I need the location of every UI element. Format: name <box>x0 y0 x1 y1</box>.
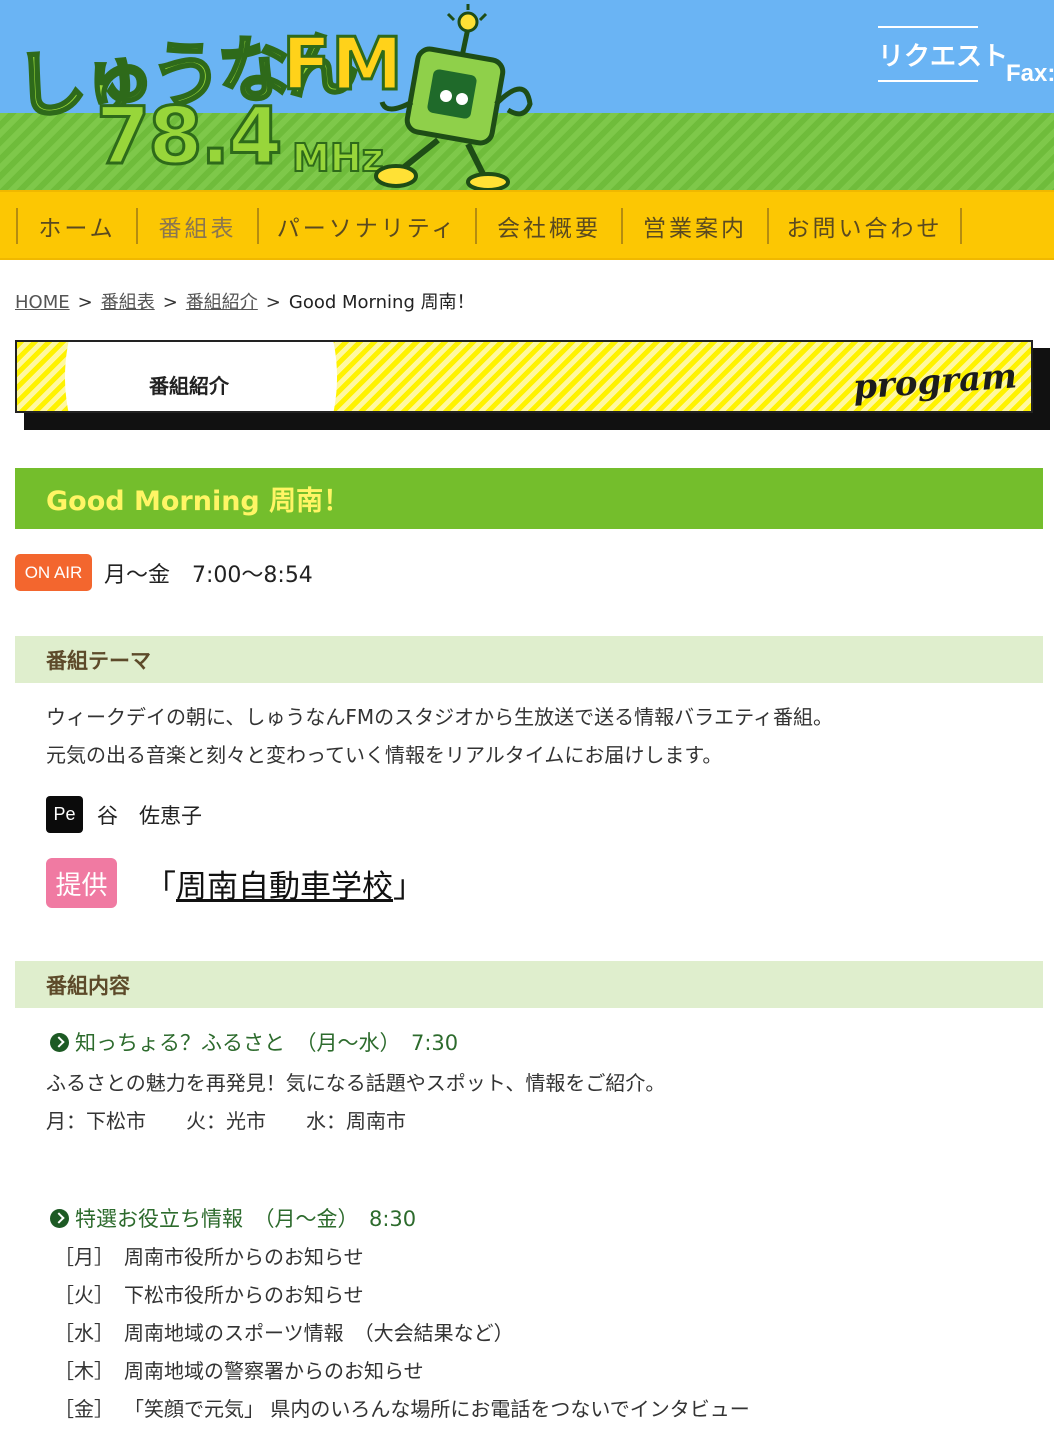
sponsor-close-bracket: 」 <box>393 868 424 905</box>
nav-item-personality[interactable]: パーソナリティ <box>257 208 475 244</box>
schedule-text: 下松市役所からのお知らせ <box>124 1283 364 1307</box>
radio-mascot-icon <box>374 4 533 190</box>
nav-item-program-table[interactable]: 番組表 <box>136 208 257 244</box>
nav-item-home[interactable]: ホーム <box>16 208 136 244</box>
breadcrumb-separator: > <box>77 292 93 313</box>
schedule-text: 「笑顔で元気」 県内のいろんな場所にお電話をつないでインタビュー <box>124 1397 750 1421</box>
program-title: Good Morning 周南！ <box>15 468 1043 529</box>
sponsor-row: 提供 「周南自動車学校」 <box>46 858 424 908</box>
content-heading: 番組内容 <box>15 961 1043 1008</box>
corner-cities: 月：下松市 火：光市 水：周南市 <box>46 1109 406 1133</box>
request-label: リクエスト <box>878 41 1009 71</box>
section-banner: 番組紹介 program <box>15 340 1033 413</box>
breadcrumb-program-intro[interactable]: 番組紹介 <box>186 292 258 313</box>
breadcrumb-current: Good Morning 周南！ <box>288 292 475 313</box>
broadcast-schedule: 月〜金 7:00〜8:54 <box>104 562 313 588</box>
schedule-day: ［金］ <box>54 1397 114 1421</box>
schedule-text: 周南地域の警察署からのお知らせ <box>124 1359 424 1383</box>
schedule-text: 周南市役所からのお知らせ <box>124 1245 364 1269</box>
breadcrumb-separator: > <box>162 292 178 313</box>
nav-item-company[interactable]: 会社概要 <box>475 208 621 244</box>
schedule-day: ［火］ <box>54 1283 114 1307</box>
nav-item-business[interactable]: 営業案内 <box>621 208 767 244</box>
onair-badge: ON AIR <box>15 554 92 591</box>
onair-row: ON AIR 月〜金 7:00〜8:54 <box>15 554 313 591</box>
nav-item-contact[interactable]: お問い合わせ <box>767 208 960 244</box>
schedule-row: ［月］ 周南市役所からのお知らせ <box>54 1241 364 1270</box>
site-header: しゅうなん FM 78.4 MHz リクエスト Fax:0 <box>0 0 1054 190</box>
main-nav: ホーム 番組表 パーソナリティ 会社概要 営業案内 お問い合わせ <box>0 190 1054 260</box>
sponsor-badge: 提供 <box>46 858 117 908</box>
breadcrumb-program-table[interactable]: 番組表 <box>101 292 155 313</box>
sponsor-open-bracket: 「 <box>145 868 176 905</box>
corner-title: 知っちょる？ふるさと （月〜水） 7:30 <box>50 1027 458 1057</box>
corner-title: 特選お役立ち情報 （月〜金） 8:30 <box>50 1203 416 1233</box>
corner-title-text: 特選お役立ち情報 （月〜金） 8:30 <box>75 1207 417 1231</box>
corner-title-text: 知っちょる？ふるさと （月〜水） 7:30 <box>75 1031 459 1055</box>
sponsor-link[interactable]: 周南自動車学校 <box>176 869 393 905</box>
breadcrumb-home[interactable]: HOME <box>15 292 70 313</box>
personality-name: 谷 佐恵子 <box>97 803 202 828</box>
nav-divider <box>960 208 962 244</box>
arrow-right-icon <box>50 1032 69 1052</box>
logo-frequency: 78.4 <box>94 91 283 184</box>
request-rule-top <box>878 26 978 28</box>
schedule-row: ［金］ 「笑顔で元気」 県内のいろんな場所にお電話をつないでインタビュー <box>54 1393 750 1422</box>
schedule-text: 周南地域のスポーツ情報 （大会結果など） <box>124 1321 514 1345</box>
schedule-day: ［月］ <box>54 1245 114 1269</box>
banner-english-title: program <box>851 356 1019 408</box>
banner-title: 番組紹介 <box>149 374 229 398</box>
corner-description: ふるさとの魅力を再発見！気になる話題やスポット、情報をご紹介。 <box>46 1071 666 1095</box>
personality-row: Pe 谷 佐恵子 <box>46 796 202 833</box>
schedule-row: ［水］ 周南地域のスポーツ情報 （大会結果など） <box>54 1317 514 1346</box>
personality-badge: Pe <box>46 796 83 833</box>
theme-line: 元気の出る音楽と刻々と変わっていく情報をリアルタイムにお届けします。 <box>46 743 723 767</box>
request-rule-bottom <box>878 80 978 82</box>
theme-description: ウィークデイの朝に、しゅうなんFMのスタジオから生放送で送る情報バラエティ番組。… <box>46 698 833 774</box>
schedule-day: ［木］ <box>54 1359 114 1383</box>
schedule-row: ［火］ 下松市役所からのお知らせ <box>54 1279 364 1308</box>
schedule-day: ［水］ <box>54 1321 114 1345</box>
sponsor-text: 「周南自動車学校」 <box>145 861 424 906</box>
schedule-row: ［木］ 周南地域の警察署からのお知らせ <box>54 1355 424 1384</box>
theme-line: ウィークデイの朝に、しゅうなんFMのスタジオから生放送で送る情報バラエティ番組。 <box>46 705 833 729</box>
fax-number: Fax:0 <box>1006 60 1054 87</box>
theme-heading: 番組テーマ <box>15 636 1043 683</box>
arrow-right-icon <box>50 1208 69 1228</box>
breadcrumb: HOME > 番組表 > 番組紹介 > Good Morning 周南！ <box>15 288 475 314</box>
breadcrumb-separator: > <box>265 292 281 313</box>
